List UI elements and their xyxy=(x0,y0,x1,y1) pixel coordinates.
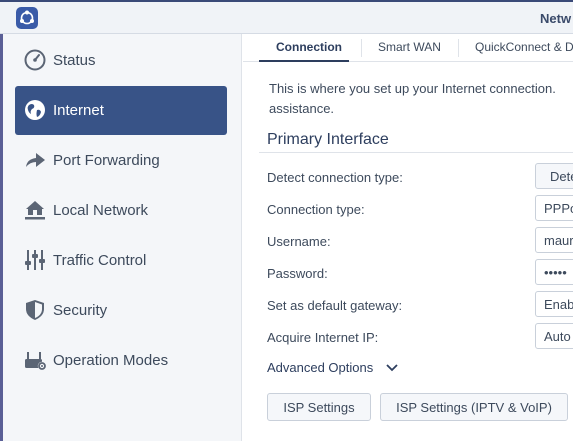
sidebar: Status Internet Port Forwarding Local Ne… xyxy=(0,34,242,441)
sidebar-item-internet[interactable]: Internet xyxy=(15,86,227,135)
sidebar-item-port-forwarding[interactable]: Port Forwarding xyxy=(15,136,227,185)
section-divider xyxy=(259,152,573,153)
shield-icon xyxy=(26,300,44,320)
router-gear-icon xyxy=(25,352,47,371)
advanced-options-toggle[interactable]: Advanced Options xyxy=(267,360,373,375)
tab-bar: Connection Smart WAN QuickConnect & D xyxy=(243,34,573,62)
window-title: Netw xyxy=(540,11,572,26)
tab-quickconnect[interactable]: QuickConnect & D xyxy=(475,40,573,54)
sidebar-item-label: Traffic Control xyxy=(53,252,147,269)
forward-arrow-icon xyxy=(26,153,45,167)
description: This is where you set up your Internet c… xyxy=(269,79,573,119)
app-logo-icon xyxy=(16,7,38,29)
sidebar-item-label: Local Network xyxy=(53,202,149,219)
password-label: Password: xyxy=(267,266,328,281)
main-content: Connection Smart WAN QuickConnect & D Th… xyxy=(243,34,573,441)
globe-icon xyxy=(25,100,45,120)
password-field[interactable]: ••••• xyxy=(535,259,573,285)
acquire-ip-label: Acquire Internet IP: xyxy=(267,330,379,345)
tab-divider xyxy=(361,39,362,57)
chevron-down-icon[interactable] xyxy=(385,361,399,375)
section-title: Primary Interface xyxy=(267,131,389,148)
sidebar-item-label: Port Forwarding xyxy=(53,152,160,169)
sidebar-item-local-network[interactable]: Local Network xyxy=(15,186,227,235)
isp-settings-button[interactable]: ISP Settings xyxy=(267,393,371,421)
home-network-icon xyxy=(25,201,45,220)
sidebar-item-label: Internet xyxy=(53,102,104,119)
sidebar-item-label: Status xyxy=(53,52,96,69)
sidebar-item-security[interactable]: Security xyxy=(15,286,227,335)
description-line: assistance. xyxy=(269,101,335,116)
detect-button[interactable]: Dete xyxy=(535,163,573,189)
detect-connection-label: Detect connection type: xyxy=(267,170,403,185)
sidebar-item-label: Operation Modes xyxy=(53,352,169,369)
sliders-icon xyxy=(25,250,45,270)
default-gateway-select[interactable]: Enab xyxy=(535,291,573,317)
sidebar-item-status[interactable]: Status xyxy=(15,36,227,85)
username-field[interactable]: maur xyxy=(535,227,573,253)
tab-smart-wan[interactable]: Smart WAN xyxy=(378,40,441,54)
connection-type-select[interactable]: PPPo xyxy=(535,195,573,221)
description-line: This is where you set up your Internet c… xyxy=(269,81,556,96)
connection-type-label: Connection type: xyxy=(267,202,365,217)
sidebar-item-operation-modes[interactable]: Operation Modes xyxy=(15,336,227,385)
sidebar-item-label: Security xyxy=(53,302,108,319)
tab-connection[interactable]: Connection xyxy=(276,40,342,54)
gauge-icon xyxy=(24,49,46,71)
default-gateway-label: Set as default gateway: xyxy=(267,298,403,313)
title-bar: Netw xyxy=(0,0,573,34)
active-tab-indicator xyxy=(259,60,349,62)
sidebar-item-traffic-control[interactable]: Traffic Control xyxy=(15,236,227,285)
isp-iptv-voip-button[interactable]: ISP Settings (IPTV & VoIP) xyxy=(380,393,568,421)
tab-divider xyxy=(458,39,459,57)
username-label: Username: xyxy=(267,234,331,249)
acquire-ip-select[interactable]: Auto xyxy=(535,323,573,349)
